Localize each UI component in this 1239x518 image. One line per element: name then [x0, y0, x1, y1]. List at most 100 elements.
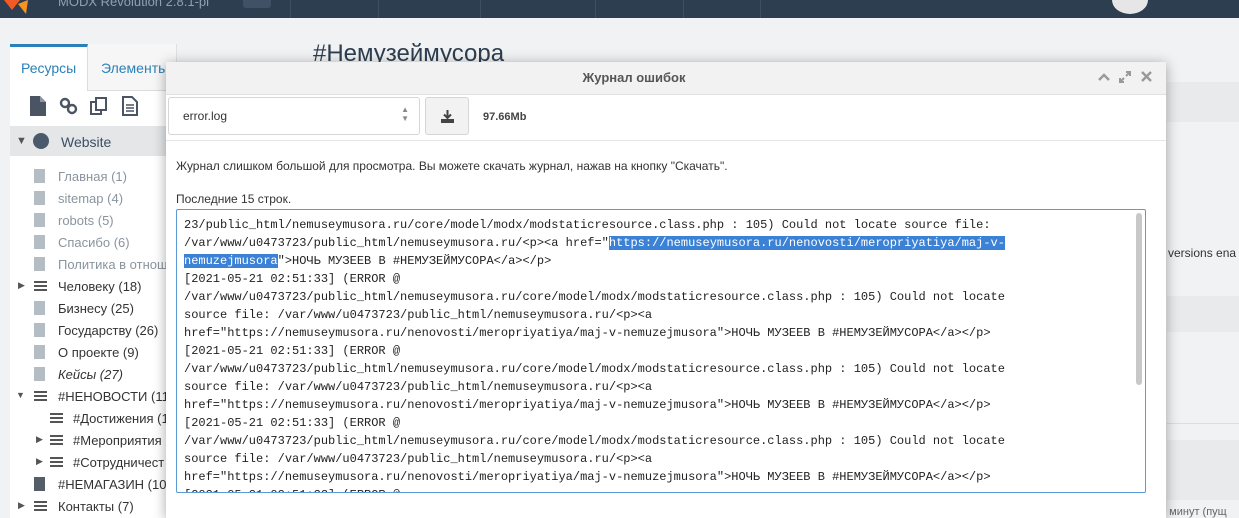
- tree-node[interactable]: Кейсы (27): [10, 364, 176, 386]
- collapse-icon[interactable]: [1098, 71, 1110, 85]
- modx-logo-icon[interactable]: [0, 0, 48, 18]
- log-line: /var/www/u0473723/public_html/nemuseymus…: [184, 290, 1005, 304]
- selected-text: https://nemuseymusora.ru/nenovosti/merop…: [608, 236, 1005, 250]
- document-icon: [34, 367, 45, 381]
- caret-right-icon[interactable]: ▶: [36, 434, 43, 445]
- tree-toolbar: [10, 96, 176, 122]
- context-website[interactable]: ▼ Website: [10, 126, 176, 156]
- container-icon: [50, 435, 63, 445]
- last-lines-label: Последние 15 строк.: [176, 192, 292, 206]
- log-too-large-message: Журнал слишком большой для просмотра. Вы…: [176, 159, 728, 173]
- log-line: /var/www/u0473723/public_html/nemuseymus…: [184, 362, 1005, 376]
- log-file-select[interactable]: error.log ▲ ▼: [168, 97, 420, 135]
- log-file-select-value: error.log: [183, 109, 228, 123]
- container-icon: [34, 501, 47, 511]
- tree-node[interactable]: Политика в отнош: [10, 254, 176, 276]
- tree-node[interactable]: robots (5): [10, 210, 176, 232]
- caret-right-icon[interactable]: ▶: [36, 456, 43, 467]
- tree-node-label: #НЕНОВОСТИ (11: [58, 389, 169, 404]
- scrollbar[interactable]: [1136, 213, 1142, 385]
- log-line: href="https://nemuseymusora.ru/nenovosti…: [184, 398, 991, 412]
- panel-header-fragment: [1167, 440, 1239, 500]
- tree-node[interactable]: #Достижения (1: [10, 408, 176, 430]
- log-text: /var/www/u0473723/public_html/nemuseymus…: [184, 236, 609, 250]
- tree-node-label: Бизнесу (25): [58, 301, 134, 316]
- nav-separator: [378, 0, 379, 18]
- container-icon: [50, 457, 63, 467]
- caret-down-icon[interactable]: ▼: [16, 390, 25, 400]
- modal-title: Журнал ошибок: [582, 70, 686, 85]
- log-line: href="https://nemuseymusora.ru/nenovosti…: [184, 470, 991, 484]
- caret-down-icon[interactable]: ▼: [16, 135, 27, 147]
- tree-node[interactable]: ▶ Человеку (18): [10, 276, 176, 298]
- container-icon: [34, 391, 47, 401]
- new-document-icon[interactable]: [29, 96, 49, 116]
- tree-node-label: #Сотрудничест: [73, 455, 165, 470]
- globe-icon: [33, 133, 49, 149]
- close-icon[interactable]: [1141, 71, 1152, 85]
- log-line: 23/public_html/nemuseymusora.ru/core/mod…: [184, 218, 991, 232]
- document-icon: [34, 301, 45, 315]
- context-label: Website: [61, 134, 112, 150]
- error-log-modal: Журнал ошибок error.log ▲ ▼ 97.66Mb Журна…: [166, 62, 1166, 518]
- tree-node[interactable]: ▼ #НЕНОВОСТИ (11: [10, 386, 176, 408]
- tab-resources[interactable]: Ресурсы: [10, 44, 89, 91]
- tree-node[interactable]: Государству (26): [10, 320, 176, 342]
- nav-separator: [290, 0, 291, 18]
- user-avatar[interactable]: [1112, 0, 1148, 14]
- document-icon: [34, 191, 45, 205]
- app-title: MODX Revolution 2.8.1-pl: [58, 0, 210, 9]
- nav-separator: [480, 0, 481, 18]
- tree-node[interactable]: #НЕМАГАЗИН (10: [10, 474, 176, 496]
- selected-text: nemuzejmusora: [184, 254, 278, 268]
- tree-node-label: #Достижения (1: [73, 411, 169, 426]
- container-icon: [50, 413, 63, 423]
- link-icon[interactable]: [59, 96, 79, 116]
- download-icon: [441, 110, 454, 123]
- maximize-icon[interactable]: [1119, 71, 1131, 86]
- tree-node[interactable]: ▶ #Сотрудничест: [10, 452, 176, 474]
- tree-node-label: О проекте (9): [58, 345, 139, 360]
- tree-node[interactable]: ▶ Контакты (7): [10, 496, 176, 518]
- document-icon: [34, 477, 45, 491]
- divider: [1167, 423, 1239, 424]
- document-icon: [34, 257, 45, 271]
- tree-node-label: #НЕМАГАЗИН (10: [58, 477, 167, 492]
- tree-node[interactable]: Бизнесу (25): [10, 298, 176, 320]
- resource-panel: Ресурсы Элементы ▼ Website Главная (1) si…: [10, 44, 177, 518]
- tree-node[interactable]: ▶ #Мероприятия: [10, 430, 176, 452]
- tree-node-label: Политика в отнош: [58, 257, 168, 272]
- modal-header: Журнал ошибок: [166, 62, 1166, 95]
- copy-icon[interactable]: [89, 96, 109, 116]
- tree-node-label: Контакты (7): [58, 499, 134, 514]
- tree-node-label: Человеку (18): [58, 279, 142, 294]
- document-icon: [34, 323, 45, 337]
- log-content: 23/public_html/nemuseymusora.ru/core/mod…: [184, 216, 1124, 492]
- log-text: ">НОЧЬ МУЗЕЕВ В #НЕМУЗЕЙМУСОРА</a></p>: [277, 254, 552, 268]
- container-icon: [34, 281, 47, 291]
- log-line: [2021-05-21 02:51:33] (ERROR @: [184, 344, 401, 358]
- log-textarea[interactable]: 23/public_html/nemuseymusora.ru/core/mod…: [176, 209, 1146, 493]
- tree-node-label: Спасибо (6): [58, 235, 130, 250]
- tree-node[interactable]: Спасибо (6): [10, 232, 176, 254]
- tree-node-label: Кейсы (27): [58, 367, 123, 382]
- log-rest: [2021-05-21 02:51:33] (ERROR @ /var/www/u…: [184, 270, 1124, 492]
- log-line: source file: /var/www/u0473723/public_ht…: [184, 308, 653, 322]
- log-line: source file: /var/www/u0473723/public_ht…: [184, 452, 653, 466]
- versions-text-fragment: e versions ena: [1158, 246, 1237, 260]
- log-line: [2021-05-21 02:51:33] (ERROR @: [184, 416, 401, 430]
- download-button[interactable]: [425, 97, 469, 135]
- caret-right-icon[interactable]: ▶: [18, 500, 25, 511]
- caret-right-icon[interactable]: ▶: [18, 280, 25, 291]
- tree-node[interactable]: Главная (1): [10, 166, 176, 188]
- panel-tabs: Ресурсы Элементы: [10, 44, 176, 91]
- file-text-icon[interactable]: [121, 96, 141, 116]
- version-badge: [243, 0, 271, 8]
- tree-node[interactable]: О проекте (9): [10, 342, 176, 364]
- log-line: href="https://nemuseymusora.ru/nenovosti…: [184, 326, 991, 340]
- select-arrows-icon: ▲ ▼: [401, 105, 409, 123]
- panel-header-fragment: [1167, 296, 1239, 332]
- file-size: 97.66Mb: [483, 111, 527, 123]
- document-icon: [34, 213, 45, 227]
- tree-node[interactable]: sitemap (4): [10, 188, 176, 210]
